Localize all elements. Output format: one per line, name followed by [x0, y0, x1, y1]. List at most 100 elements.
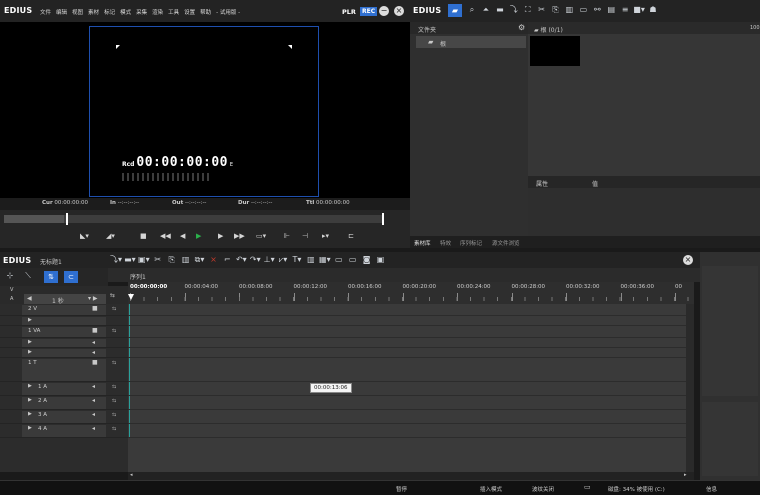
new-sequence-icon[interactable]: ⤵▾ — [110, 255, 122, 265]
close-icon[interactable]: × — [394, 6, 404, 16]
speaker-icon[interactable]: ◂ — [92, 425, 95, 432]
expand-icon[interactable]: ▶ — [28, 349, 32, 355]
delete-icon[interactable]: ▤ — [605, 5, 617, 15]
track-lane[interactable] — [128, 424, 686, 438]
snapshot-icon[interactable]: ▭ — [347, 255, 359, 265]
track-lane[interactable] — [128, 338, 686, 348]
tab-sequence[interactable]: 序列1 — [130, 272, 146, 281]
replace-icon[interactable]: ⧉▾ — [194, 255, 206, 265]
track-header[interactable]: ▶ 2 A ◂ ⇆ — [0, 396, 128, 410]
audio-toggle-icon[interactable]: ◂ — [92, 339, 95, 346]
track-header[interactable]: ▶ ◂ — [0, 338, 128, 348]
track-lane[interactable] — [128, 326, 686, 338]
open-project-icon[interactable]: ▬▾ — [124, 255, 136, 265]
track-lane[interactable] — [128, 316, 686, 326]
bin-settings-icon[interactable]: ☗ — [647, 5, 659, 15]
menu-item[interactable]: 采集 — [136, 8, 147, 16]
bin-tab[interactable]: 序列标记 — [460, 239, 482, 247]
bin-tab[interactable]: 特效 — [440, 239, 451, 247]
timeline-hscroll[interactable]: ◂ ▸ — [128, 472, 694, 480]
menu-item[interactable]: 渲染 — [152, 8, 163, 16]
expand-icon[interactable]: ▶ — [28, 383, 32, 389]
audio-toggle-icon[interactable]: ◂ — [92, 349, 95, 356]
scene-icon[interactable]: ◙ — [361, 255, 373, 265]
set-in-icon[interactable]: ◣▾ — [80, 232, 89, 240]
output-icon[interactable]: ⊏ — [348, 232, 354, 240]
insert-icon[interactable]: ⊩ — [284, 232, 290, 240]
expand-icon[interactable]: ▶ — [28, 425, 32, 431]
fast-forward-icon[interactable]: ▶▶ — [234, 232, 245, 240]
track-header[interactable]: ▶ 1 A ◂ ⇆ — [0, 382, 128, 396]
paste-icon[interactable]: ▥ — [563, 5, 575, 15]
playhead-marker-icon[interactable] — [128, 294, 134, 300]
folder-settings-icon[interactable]: ⚙ — [518, 23, 525, 32]
speaker-icon[interactable]: ◂ — [92, 411, 95, 418]
property-icon[interactable]: ⚯ — [591, 5, 603, 15]
redo-icon[interactable]: ↷▾ — [249, 255, 261, 265]
track-lane[interactable] — [128, 382, 686, 396]
track-header[interactable]: ▶ 4 A ◂ ⇆ — [0, 424, 128, 438]
menu-item[interactable]: 标记 — [104, 8, 115, 16]
set-out-icon[interactable]: ◢▾ — [106, 232, 115, 240]
save-icon[interactable]: ▣▾ — [138, 255, 150, 265]
cut-icon[interactable]: ✂ — [152, 255, 164, 265]
status-info[interactable]: 信息 — [706, 485, 717, 493]
list-view-icon[interactable]: ≡ — [619, 5, 631, 15]
scrubber-handle[interactable] — [66, 213, 68, 225]
status-ripple[interactable]: 波纹关闭 — [532, 485, 554, 493]
link-button[interactable]: ⊂ — [64, 271, 78, 283]
title-icon[interactable]: T▾ — [291, 255, 303, 265]
stop-icon[interactable]: ■ — [140, 232, 147, 240]
timeline-close-icon[interactable]: × — [683, 255, 693, 265]
track-header[interactable]: 1 VA ■ ⇆ — [0, 326, 128, 338]
bin-tab[interactable]: 素材库 — [414, 239, 431, 247]
menu-item[interactable]: 模式 — [120, 8, 131, 16]
track-sync-icon[interactable]: ⇆ — [112, 360, 116, 366]
timeline-vscroll[interactable] — [686, 304, 694, 472]
speaker-icon[interactable]: ◂ — [92, 397, 95, 404]
status-insert-mode[interactable]: 插入模式 — [480, 485, 502, 493]
copy-icon[interactable]: ⎘ — [550, 5, 562, 15]
track-toggle-icon[interactable]: ■ — [92, 327, 98, 334]
minimize-icon[interactable]: − — [379, 6, 389, 16]
menu-item[interactable]: 帮助 — [200, 8, 211, 16]
expand-icon[interactable]: ▶ — [28, 317, 32, 323]
monitor-icon[interactable]: ▭ — [577, 5, 589, 15]
track-toggle-icon[interactable]: ■ — [92, 359, 98, 366]
track-header[interactable]: 2 V ■ ⇆ — [0, 304, 128, 316]
scale-selector[interactable]: ◀ 1 秒 ▾ ▶ — [24, 294, 106, 305]
track-sync-icon[interactable]: ⇆ — [112, 384, 116, 390]
root-folder-item[interactable]: ▰ 根 — [416, 36, 526, 48]
delete-icon[interactable]: ⨯ — [207, 255, 219, 265]
track-sync-icon[interactable]: ⇆ — [112, 412, 116, 418]
track-area[interactable]: 00:00:13:06 — [128, 304, 694, 472]
view-mode-icon[interactable]: ■▾ — [633, 5, 645, 15]
open-folder-icon[interactable]: ▬ — [494, 5, 506, 15]
track-header[interactable]: ▶ ◂ — [0, 348, 128, 358]
timeline-ruler[interactable]: 00:00:00:00 00:00:04:00 00:00:08:00 00:00:1… — [128, 282, 694, 304]
track-sync-icon[interactable]: ⇆ — [112, 306, 116, 312]
speaker-icon[interactable]: ◂ — [92, 383, 95, 390]
mode-icon[interactable]: ⊹ — [4, 271, 16, 281]
bin-tab[interactable]: 源文件浏览 — [492, 239, 520, 247]
menu-item[interactable]: 素材 — [88, 8, 99, 16]
track-patch-icon[interactable]: ⇆ — [110, 292, 115, 299]
overwrite-icon[interactable]: ⊣ — [302, 232, 308, 240]
loop-icon[interactable]: ▭▾ — [256, 232, 266, 240]
track-sync-icon[interactable]: ⇆ — [112, 398, 116, 404]
play-icon[interactable]: ▶ — [196, 232, 201, 240]
track-header[interactable]: 1 T ■ ⇆ — [0, 358, 128, 382]
track-header[interactable]: ▶ — [0, 316, 128, 326]
track-lane[interactable] — [128, 348, 686, 358]
menu-item[interactable]: 设置 — [184, 8, 195, 16]
settings-icon[interactable]: ▣ — [375, 255, 387, 265]
up-folder-icon[interactable]: ⏶ — [480, 5, 492, 15]
render-icon[interactable]: ▦▾ — [319, 255, 331, 265]
menu-item[interactable]: - 试用版 - — [216, 8, 240, 16]
trim-icon[interactable]: ⩗▾ — [277, 255, 289, 265]
rec-button[interactable]: REC — [360, 7, 378, 16]
menu-item[interactable]: 文件 — [40, 8, 51, 16]
export-icon[interactable]: ▸▾ — [322, 232, 329, 240]
track-toggle-icon[interactable]: ■ — [92, 305, 98, 312]
sync-icon[interactable]: ▭ — [333, 255, 345, 265]
